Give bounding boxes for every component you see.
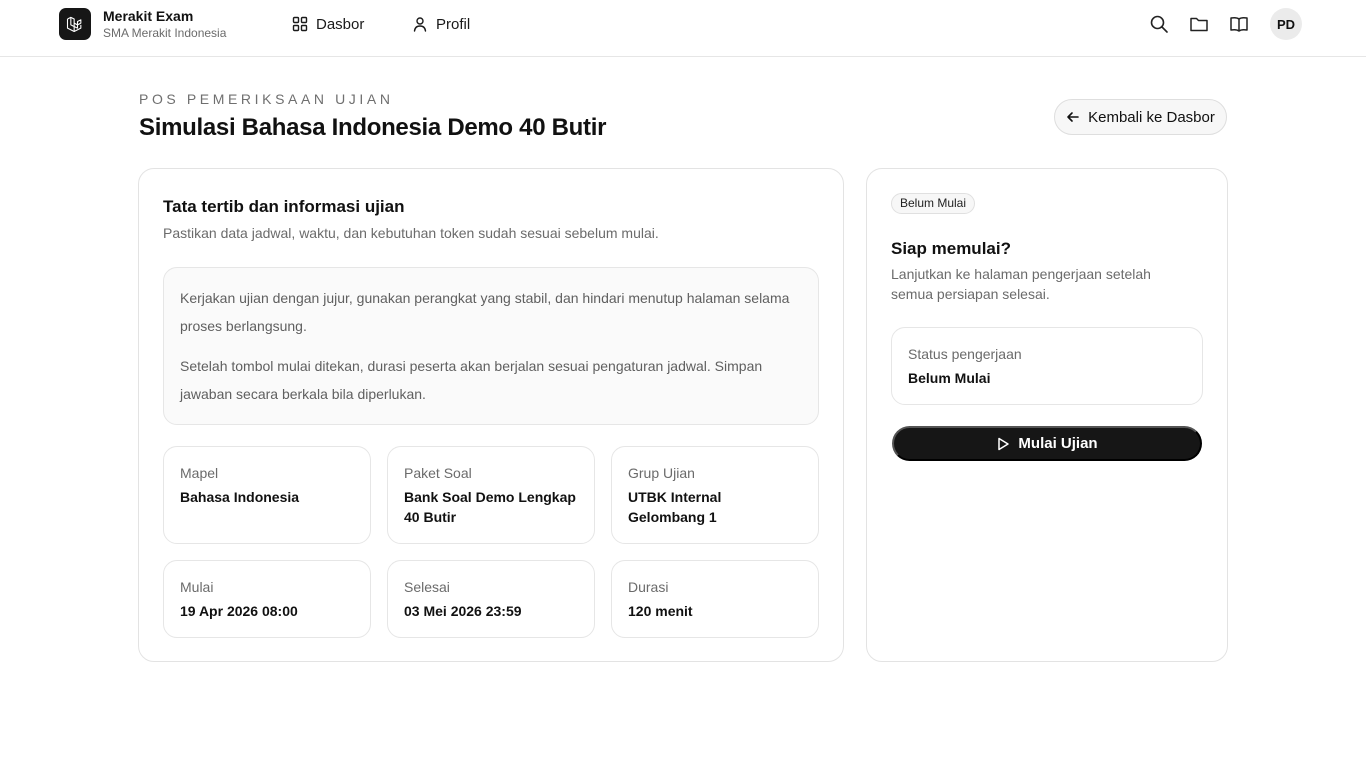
info-label: Paket Soal — [404, 465, 472, 481]
laravel-logo-icon — [59, 8, 91, 41]
page-title: Simulasi Bahasa Indonesia Demo 40 Butir — [139, 114, 607, 141]
rules-paragraph: Setelah tombol mulai ditekan, durasi pes… — [180, 358, 763, 402]
nav-profil-label: Profil — [436, 15, 471, 33]
grid-icon — [292, 16, 308, 32]
info-mapel: Mapel Bahasa Indonesia — [163, 446, 371, 544]
start-exam-card: Belum Mulai Siap memulai? Lanjutkan ke h… — [866, 168, 1228, 662]
page-eyebrow: POS PEMERIKSAAN UJIAN — [139, 91, 394, 107]
folder-icon[interactable] — [1187, 12, 1211, 36]
school-name: SMA Merakit Indonesia — [103, 25, 227, 40]
info-label: Selesai — [404, 579, 450, 595]
search-icon[interactable] — [1147, 12, 1171, 36]
start-button-label: Mulai Ujian — [1018, 435, 1098, 452]
rules-paragraph: Kerjakan ujian dengan jujur, gunakan per… — [180, 290, 790, 334]
status-badge: Belum Mulai — [891, 193, 976, 214]
info-value: Bahasa Indonesia — [180, 489, 300, 505]
info-value: 120 menit — [628, 603, 693, 619]
status-value: Belum Mulai — [908, 370, 991, 386]
status-label: Status pengerjaan — [908, 346, 1022, 362]
exam-rules-card: Tata tertib dan informasi ujian Pastikan… — [138, 168, 844, 662]
info-paket-soal: Paket Soal Bank Soal Demo Lengkap 40 But… — [387, 446, 595, 544]
info-label: Mulai — [180, 579, 214, 595]
nav-profil[interactable]: Profil — [412, 14, 470, 34]
ready-subtitle: Lanjutkan ke halaman pengerjaan setelah … — [891, 266, 1151, 302]
work-status-box: Status pengerjaan Belum Mulai — [891, 327, 1203, 405]
nav-dasbor-label: Dasbor — [316, 15, 365, 33]
info-durasi: Durasi 120 menit — [611, 560, 819, 638]
play-icon — [998, 437, 1010, 450]
ready-title: Siap memulai? — [891, 239, 1011, 258]
rules-subtitle: Pastikan data jadwal, waktu, dan kebutuh… — [163, 225, 659, 241]
info-grup-ujian: Grup Ujian UTBK Internal Gelombang 1 — [611, 446, 819, 544]
rules-box: Kerjakan ujian dengan jujur, gunakan per… — [163, 267, 819, 425]
top-navbar: Merakit Exam SMA Merakit Indonesia Dasbo… — [0, 0, 1366, 57]
back-to-dashboard-button[interactable]: Kembali ke Dasbor — [1054, 99, 1227, 135]
info-value: UTBK Internal Gelombang 1 — [628, 489, 722, 525]
user-icon — [413, 17, 427, 32]
info-label: Mapel — [180, 465, 219, 481]
brand[interactable]: Merakit Exam SMA Merakit Indonesia — [59, 8, 227, 41]
info-label: Grup Ujian — [628, 465, 695, 481]
info-value: 03 Mei 2026 23:59 — [404, 603, 522, 619]
info-value: Bank Soal Demo Lengkap 40 Butir — [404, 489, 576, 525]
back-button-label: Kembali ke Dasbor — [1088, 108, 1215, 126]
info-mulai: Mulai 19 Apr 2026 08:00 — [163, 560, 371, 638]
avatar[interactable]: PD — [1270, 8, 1302, 40]
brand-name: Merakit Exam — [103, 8, 194, 24]
info-value: 19 Apr 2026 08:00 — [180, 603, 298, 619]
book-open-icon[interactable] — [1227, 12, 1251, 36]
start-exam-button[interactable]: Mulai Ujian — [892, 426, 1202, 461]
rules-title: Tata tertib dan informasi ujian — [163, 197, 405, 216]
arrow-left-icon — [1067, 112, 1079, 122]
nav-dasbor[interactable]: Dasbor — [292, 14, 364, 34]
info-label: Durasi — [628, 579, 669, 595]
info-selesai: Selesai 03 Mei 2026 23:59 — [387, 560, 595, 638]
